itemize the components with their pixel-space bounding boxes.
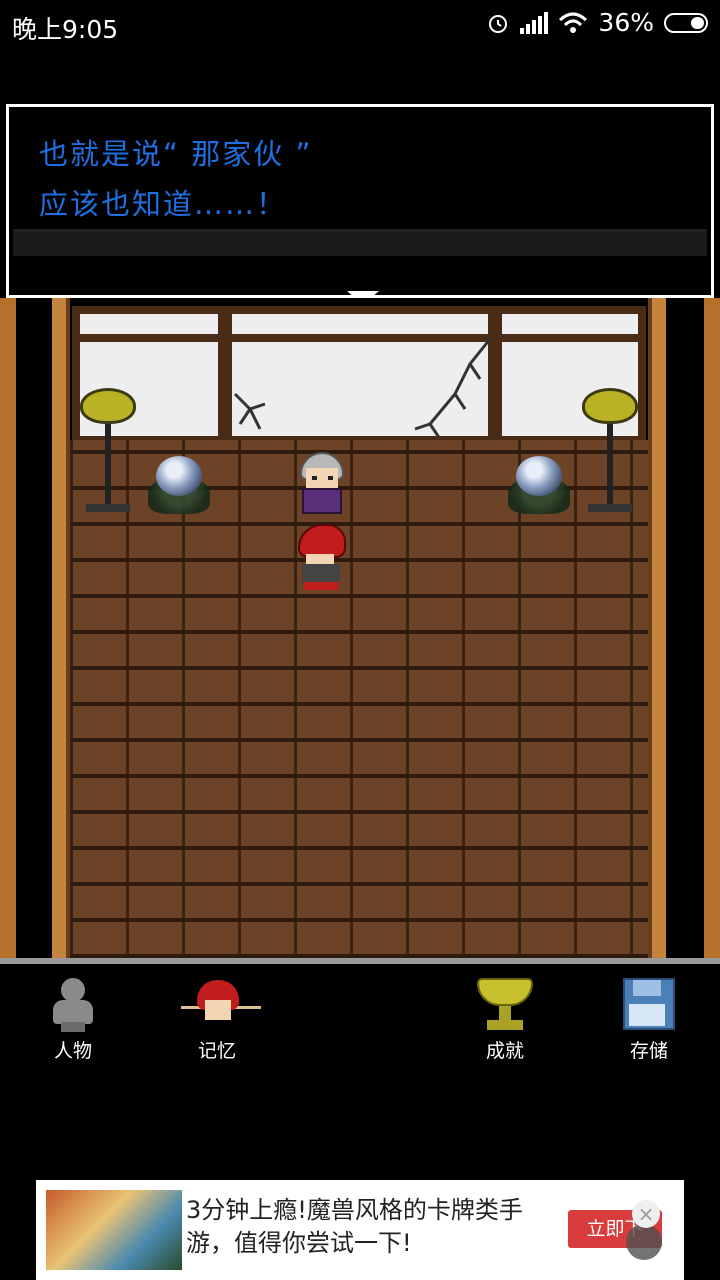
menu-label: 人物 [53, 1040, 92, 1062]
dialog-divider [13, 229, 707, 256]
menu-label: 成就 [485, 1040, 524, 1062]
old-man-npc[interactable] [296, 452, 348, 516]
right-pillar [648, 298, 666, 958]
signal-icon [520, 11, 549, 34]
left-wall [0, 298, 16, 958]
menu-label: 记忆 [197, 1040, 236, 1062]
battery-fill [691, 16, 704, 29]
status-icons: 36% [486, 8, 708, 37]
save-disk-icon [619, 976, 679, 1032]
right-wall [704, 298, 720, 958]
dialog-line-1: 也就是说“ 那家伙 ” [39, 137, 313, 171]
floating-assistant-icon[interactable] [626, 1224, 662, 1260]
menu-characters-button[interactable]: 人物 [18, 976, 128, 1066]
wifi-icon [559, 12, 588, 33]
crystal-ball-left [148, 456, 210, 514]
alarm-icon [489, 14, 508, 33]
game-scene[interactable] [0, 298, 720, 958]
status-time: 晚上9:05 [12, 15, 119, 44]
ad-thumbnail[interactable] [46, 1190, 182, 1270]
red-haired-player[interactable] [294, 524, 350, 590]
shoji-window [72, 306, 646, 442]
ad-banner[interactable]: 3分钟上瘾!魔兽风格的卡牌类手游，值得你尝试一下! 立即下 × [36, 1180, 684, 1280]
trophy-icon [475, 976, 535, 1032]
bottom-menu: 人物 记忆 成就 存储 [0, 964, 720, 1074]
window-beam [80, 334, 638, 342]
ad-text[interactable]: 3分钟上瘾!魔兽风格的卡牌类手游，值得你尝试一下! [186, 1194, 536, 1260]
battery-percent: 36% [598, 8, 654, 37]
lamp-stand-right [580, 388, 640, 518]
dialog-line-2: 应该也知道……！ [39, 187, 288, 221]
wooden-floor [70, 440, 648, 958]
battery-icon [664, 12, 708, 33]
crystal-ball-right [508, 456, 570, 514]
lamp-stand-left [78, 388, 138, 518]
dialog-box[interactable]: 也就是说“ 那家伙 ” 应该也知道……！ [6, 104, 714, 305]
left-pillar [52, 298, 70, 958]
branch-shadow-icon [233, 392, 266, 430]
status-bar: 晚上9:05 36% [0, 0, 720, 52]
person-icon [43, 976, 103, 1032]
menu-achievements-button[interactable]: 成就 [450, 976, 560, 1066]
menu-label: 存储 [629, 1040, 668, 1062]
ad-close-button[interactable]: × [632, 1200, 660, 1228]
menu-save-button[interactable]: 存储 [594, 976, 704, 1066]
menu-memory-button[interactable]: 记忆 [162, 976, 272, 1066]
memory-icon [181, 976, 261, 1032]
branch-shadow-icon [414, 338, 492, 440]
